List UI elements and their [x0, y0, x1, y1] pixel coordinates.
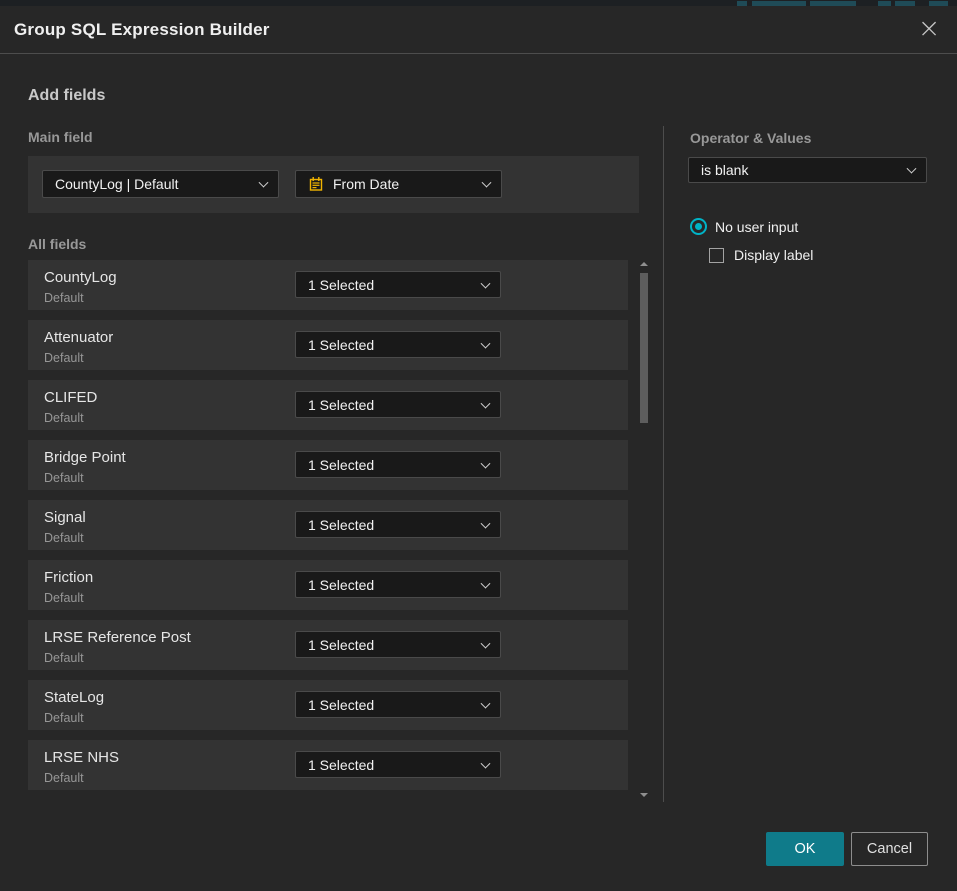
no-user-input-option[interactable]: No user input — [690, 218, 798, 235]
field-selected-dropdown[interactable]: 1 Selected — [295, 751, 501, 778]
close-icon[interactable]: × — [914, 12, 944, 46]
checkbox-unchecked-icon[interactable] — [709, 248, 724, 263]
cancel-button[interactable]: Cancel — [851, 832, 928, 866]
field-subtitle: Default — [44, 471, 84, 485]
chevron-down-icon — [481, 458, 491, 468]
field-name: CLIFED — [44, 389, 97, 406]
chevron-down-icon — [481, 758, 491, 768]
field-selected-dropdown[interactable]: 1 Selected — [295, 331, 501, 358]
field-name: StateLog — [44, 689, 104, 706]
field-selected-dropdown[interactable]: 1 Selected — [295, 631, 501, 658]
field-row: Signal Default 1 Selected — [28, 500, 628, 550]
layer-select-value: CountyLog | Default — [55, 176, 179, 192]
field-name: Signal — [44, 509, 86, 526]
scroll-up-icon[interactable] — [640, 262, 648, 266]
no-user-input-label: No user input — [715, 219, 798, 235]
radio-selected-icon[interactable] — [690, 218, 707, 235]
field-selected-value: 1 Selected — [308, 757, 374, 773]
chevron-down-icon — [907, 164, 917, 174]
field-selected-value: 1 Selected — [308, 457, 374, 473]
field-row: CountyLog Default 1 Selected — [28, 260, 628, 310]
main-field-label: Main field — [28, 129, 93, 145]
chevron-down-icon — [481, 518, 491, 528]
field-selected-value: 1 Selected — [308, 577, 374, 593]
field-name: Bridge Point — [44, 449, 126, 466]
field-selected-value: 1 Selected — [308, 337, 374, 353]
calendar-icon — [308, 176, 324, 192]
field-selected-dropdown[interactable]: 1 Selected — [295, 271, 501, 298]
titlebar-divider — [0, 53, 957, 54]
chevron-down-icon — [481, 698, 491, 708]
field-subtitle: Default — [44, 591, 84, 605]
all-fields-label: All fields — [28, 236, 86, 252]
dialog-titlebar: Group SQL Expression Builder × — [0, 6, 957, 53]
field-row: Attenuator Default 1 Selected — [28, 320, 628, 370]
chevron-down-icon — [481, 398, 491, 408]
chevron-down-icon — [482, 178, 492, 188]
field-selected-dropdown[interactable]: 1 Selected — [295, 451, 501, 478]
main-field-layer-select[interactable]: CountyLog | Default — [42, 170, 279, 198]
field-selected-value: 1 Selected — [308, 637, 374, 653]
field-row: Friction Default 1 Selected — [28, 560, 628, 610]
field-select-value: From Date — [333, 176, 399, 192]
field-row: Bridge Point Default 1 Selected — [28, 440, 628, 490]
operator-values-label: Operator & Values — [690, 130, 811, 146]
scroll-down-icon[interactable] — [640, 793, 648, 797]
operator-select-value: is blank — [701, 162, 748, 178]
field-selected-value: 1 Selected — [308, 397, 374, 413]
field-subtitle: Default — [44, 351, 84, 365]
chevron-down-icon — [259, 178, 269, 188]
dialog-group-sql-expression-builder: Group SQL Expression Builder × Add field… — [0, 0, 957, 891]
field-selected-value: 1 Selected — [308, 277, 374, 293]
operator-select[interactable]: is blank — [688, 157, 927, 183]
dialog-title: Group SQL Expression Builder — [14, 6, 270, 53]
chevron-down-icon — [481, 578, 491, 588]
field-selected-value: 1 Selected — [308, 697, 374, 713]
field-selected-dropdown[interactable]: 1 Selected — [295, 511, 501, 538]
ok-button[interactable]: OK — [766, 832, 844, 866]
main-field-field-select[interactable]: From Date — [295, 170, 502, 198]
field-name: LRSE Reference Post — [44, 629, 191, 646]
field-name: Attenuator — [44, 329, 113, 346]
add-fields-heading: Add fields — [28, 87, 105, 105]
scrollbar-thumb[interactable] — [640, 273, 648, 423]
chevron-down-icon — [481, 338, 491, 348]
field-subtitle: Default — [44, 711, 84, 725]
field-name: LRSE NHS — [44, 749, 119, 766]
field-selected-value: 1 Selected — [308, 517, 374, 533]
chevron-down-icon — [481, 278, 491, 288]
field-subtitle: Default — [44, 651, 84, 665]
field-selected-dropdown[interactable]: 1 Selected — [295, 691, 501, 718]
field-selected-dropdown[interactable]: 1 Selected — [295, 391, 501, 418]
display-label-option[interactable]: Display label — [709, 247, 813, 263]
field-name: Friction — [44, 569, 93, 586]
fields-scrollbar[interactable] — [637, 258, 651, 804]
field-row: LRSE NHS Default 1 Selected — [28, 740, 628, 790]
field-name: CountyLog — [44, 269, 117, 286]
field-row: StateLog Default 1 Selected — [28, 680, 628, 730]
field-row: LRSE Reference Post Default 1 Selected — [28, 620, 628, 670]
panel-divider — [663, 126, 664, 802]
chevron-down-icon — [481, 638, 491, 648]
display-label-text: Display label — [734, 247, 813, 263]
all-fields-list: CountyLog Default 1 Selected Attenuator … — [28, 260, 628, 790]
field-selected-dropdown[interactable]: 1 Selected — [295, 571, 501, 598]
field-row: CLIFED Default 1 Selected — [28, 380, 628, 430]
field-subtitle: Default — [44, 531, 84, 545]
field-subtitle: Default — [44, 411, 84, 425]
field-subtitle: Default — [44, 771, 84, 785]
field-subtitle: Default — [44, 291, 84, 305]
